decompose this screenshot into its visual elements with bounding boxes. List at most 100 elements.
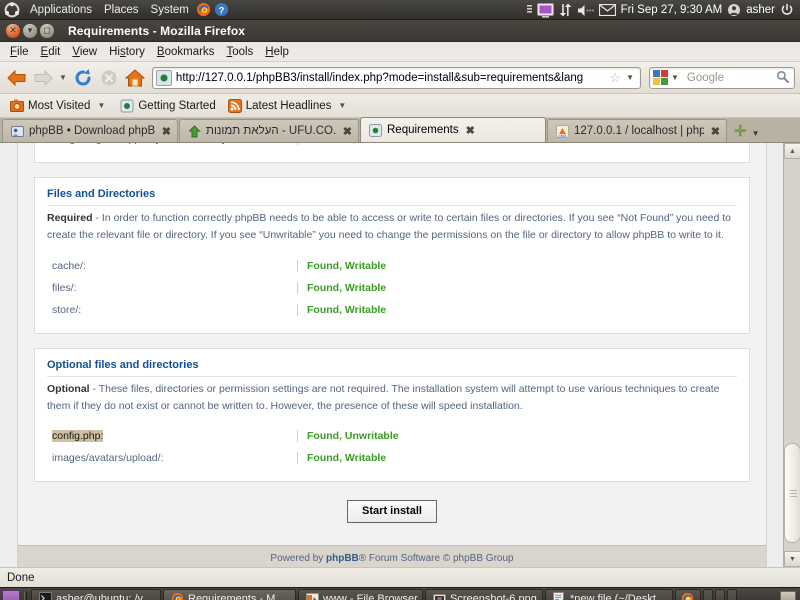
section-legend: Optional files and directories: [47, 359, 737, 377]
chevron-down-icon[interactable]: ▼: [335, 101, 349, 110]
bookmark-label: Latest Headlines: [245, 99, 332, 112]
start-install-button[interactable]: Start install: [347, 500, 437, 524]
section-description: Optional - These files, directories or p…: [47, 381, 737, 416]
file-row-store: store/: Found, Writable: [47, 299, 737, 321]
tab-phpbb-download[interactable]: phpBB • Download phpBB3 ✖: [2, 119, 178, 142]
taskbar-item-firefox-2[interactable]: [675, 589, 701, 600]
tab-label: Requirements: [387, 124, 459, 136]
back-arrow-icon[interactable]: [5, 66, 29, 90]
reload-icon[interactable]: [71, 66, 95, 90]
firefox-launcher-icon[interactable]: [195, 2, 213, 18]
help-launcher-icon[interactable]: ?: [213, 2, 231, 18]
site-favicon: [155, 69, 172, 86]
url-bar[interactable]: http://127.0.0.1/phpBB3/install/index.ph…: [151, 66, 641, 89]
search-engine-caret-icon[interactable]: ▼: [668, 73, 682, 82]
firefox-window: ✕ ▾ ◻ Requirements - Mozilla Firefox Fil…: [0, 20, 800, 587]
taskbar-item-screenshot[interactable]: Screenshot-6.png: [425, 589, 543, 600]
menu-help[interactable]: Help: [259, 44, 295, 60]
window-list-taskbar: asher@ubuntu: /v... Requirements - M... …: [0, 587, 800, 600]
new-tab-button[interactable]: ✛: [728, 122, 752, 142]
tab-list-icon[interactable]: ▼: [752, 129, 766, 142]
file-row-files: files/: Found, Writable: [47, 277, 737, 299]
history-dropdown-icon[interactable]: ▼: [57, 73, 69, 82]
volume-icon[interactable]: [577, 2, 594, 18]
user-indicator-icon[interactable]: [727, 2, 741, 18]
network-updown-icon[interactable]: [559, 2, 572, 18]
trash-icon[interactable]: [780, 590, 796, 600]
page-footer: Powered by phpBB® Forum Software © phpBB…: [18, 545, 766, 567]
taskbar-item-window-2[interactable]: [715, 589, 725, 600]
scroll-down-icon[interactable]: ▼: [784, 551, 800, 567]
requirement-row-imagemagick: Imagemagick support [ Attachments ]: Ava…: [47, 143, 737, 150]
home-icon[interactable]: [123, 66, 147, 90]
firefox-icon: [680, 592, 694, 600]
site-favicon: [368, 123, 382, 137]
mail-icon[interactable]: [598, 2, 616, 18]
menu-bookmarks[interactable]: Bookmarks: [151, 44, 221, 60]
search-input[interactable]: Google: [682, 72, 774, 84]
display-icon[interactable]: [536, 2, 554, 18]
menu-view[interactable]: View: [66, 44, 103, 60]
menu-edit[interactable]: Edit: [35, 44, 67, 60]
most-visited-icon: [10, 99, 24, 113]
chevron-down-icon[interactable]: ▼: [94, 101, 108, 110]
page-scrollbar[interactable]: ▲ ▼: [783, 143, 800, 567]
taskbar-item-window-1[interactable]: [703, 589, 713, 600]
chevron-down-icon[interactable]: ▼: [623, 73, 637, 82]
bookmark-label: Most Visited: [28, 99, 91, 112]
show-desktop-icon[interactable]: [2, 589, 20, 600]
window-close-button[interactable]: ✕: [6, 23, 20, 38]
close-icon[interactable]: ✖: [709, 125, 720, 138]
menu-applications[interactable]: Applications: [24, 3, 98, 17]
text-editor-icon: [552, 592, 566, 600]
bookmark-label: Getting Started: [138, 99, 216, 112]
page-content: Remote FTP support [ Installation ]: Ava…: [0, 143, 783, 567]
panel-tray-group: Fri Sep 27, 9:30 AM asher: [526, 0, 798, 20]
network-manager-icon[interactable]: [526, 2, 532, 18]
taskbar-item-terminal[interactable]: asher@ubuntu: /v...: [31, 589, 161, 600]
taskbar-item-window-3[interactable]: [727, 589, 737, 600]
getting-started-icon: [120, 99, 134, 113]
bookmark-latest-headlines[interactable]: Latest Headlines ▼: [223, 97, 355, 115]
google-icon[interactable]: [653, 70, 668, 85]
panel-menu-group: Applications Places System ?: [0, 1, 231, 18]
menu-tools[interactable]: Tools: [220, 44, 259, 60]
taskbar-item-file-browser[interactable]: www - File Browser: [298, 589, 423, 600]
section-description: Required - In order to function correctl…: [47, 210, 737, 245]
bookmark-most-visited[interactable]: Most Visited ▼: [5, 97, 113, 115]
gnome-top-panel: Applications Places System ? Fri Sep 27,…: [0, 0, 800, 20]
scrollbar-thumb[interactable]: [784, 443, 800, 543]
window-title: Requirements - Mozilla Firefox: [68, 23, 246, 38]
panel-username[interactable]: asher: [746, 4, 775, 16]
menu-places[interactable]: Places: [98, 3, 145, 17]
menu-system[interactable]: System: [145, 3, 195, 17]
taskbar-item-firefox-requirements[interactable]: Requirements - M...: [163, 589, 296, 600]
firefox-icon: [170, 592, 184, 600]
tab-ufu[interactable]: העלאת תמונות - UFU.CO.IL ... ✖: [179, 119, 359, 142]
menu-file[interactable]: File: [4, 44, 35, 60]
taskbar-separator: [24, 591, 27, 600]
close-icon[interactable]: ✖: [464, 124, 475, 137]
magnifier-icon[interactable]: [774, 70, 791, 86]
close-icon[interactable]: ✖: [341, 125, 352, 138]
file-label: cache/:: [52, 259, 86, 272]
close-icon[interactable]: ✖: [160, 125, 171, 138]
window-maximize-button[interactable]: ◻: [40, 23, 54, 38]
tab-requirements[interactable]: Requirements ✖: [360, 117, 546, 142]
svg-text:pMA: pMA: [558, 133, 567, 138]
window-minimize-button[interactable]: ▾: [23, 23, 37, 38]
file-row-avatars-upload: images/avatars/upload/: Found, Writable: [47, 447, 737, 469]
taskbar-item-text-editor[interactable]: *new file (~/Deskt...: [545, 589, 673, 600]
image-viewer-icon: [432, 592, 446, 600]
tab-phpmyadmin[interactable]: pMA 127.0.0.1 / localhost | php... ✖: [547, 119, 727, 142]
url-text[interactable]: http://127.0.0.1/phpBB3/install/index.ph…: [176, 72, 608, 84]
search-bar[interactable]: ▼ Google: [649, 66, 795, 89]
optional-files-panel: Optional files and directories Optional …: [34, 347, 750, 483]
menu-history[interactable]: History: [103, 44, 151, 60]
panel-clock[interactable]: Fri Sep 27, 9:30 AM: [621, 4, 723, 16]
bookmark-getting-started[interactable]: Getting Started: [115, 97, 220, 115]
bookmark-star-icon[interactable]: ☆: [607, 70, 623, 86]
file-row-config-php: config.php: Found, Unwritable: [47, 425, 737, 447]
power-icon[interactable]: [780, 2, 794, 18]
scroll-up-icon[interactable]: ▲: [784, 143, 800, 159]
